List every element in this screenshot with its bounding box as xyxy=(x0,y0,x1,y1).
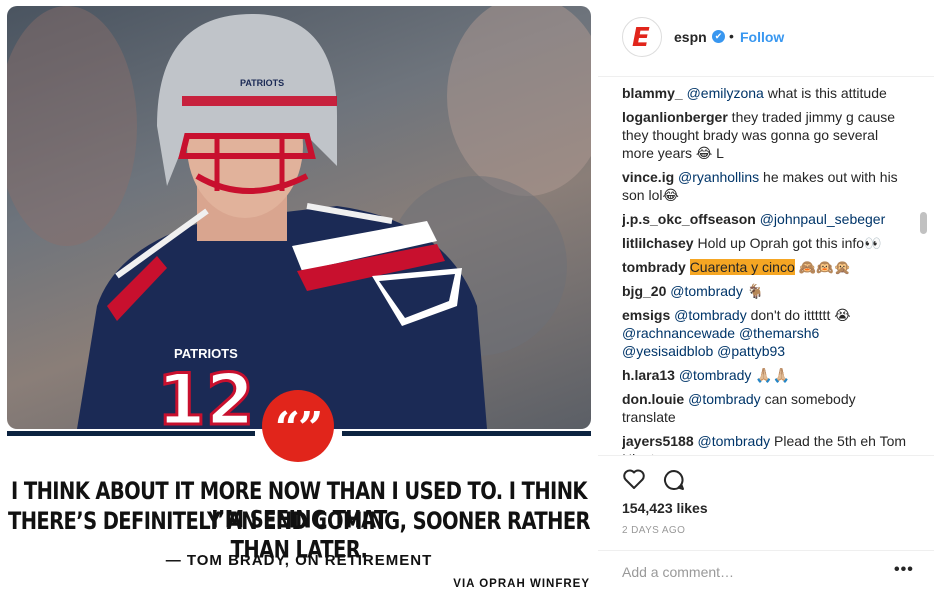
quote-attribution: — TOM BRADY, ON RETIREMENT xyxy=(165,552,433,569)
comment: don.louie @tombrady can somebody transla… xyxy=(622,390,910,426)
username-link[interactable]: espn xyxy=(674,29,707,45)
comment-mention[interactable]: @johnpaul_sebeger xyxy=(760,211,886,227)
comment-text: 🙈🙉🙊 xyxy=(794,259,851,275)
comment: vince.ig @ryanhollins he makes out with … xyxy=(622,168,910,204)
comment-text: Hold up Oprah got this info👀 xyxy=(693,235,882,251)
espn-logo-icon: E xyxy=(632,23,650,53)
comments-scrollbar[interactable] xyxy=(920,212,927,234)
post-actions: 154,423 likes 2 DAYS AGO xyxy=(598,455,934,560)
comment-mention[interactable]: @tombrady xyxy=(688,391,761,407)
follow-button[interactable]: Follow xyxy=(740,29,784,45)
comment-mention[interactable]: @tombrady xyxy=(698,433,771,449)
comment: bjg_20 @tombrady 🐐 xyxy=(622,282,910,300)
comment-input-bar: Add a comment… ••• xyxy=(598,550,934,599)
comment-username[interactable]: h.lara13 xyxy=(622,367,675,383)
comment: tombrady Cuarenta y cinco 🙈🙉🙊 xyxy=(622,258,910,276)
comment-mention[interactable]: @tombrady xyxy=(679,367,752,383)
add-comment-input[interactable]: Add a comment… xyxy=(622,564,734,580)
comment-username[interactable]: vince.ig xyxy=(622,169,674,185)
comment-username[interactable]: emsigs xyxy=(622,307,670,323)
tom-brady-photo: 12 PATRIOTS PATRIOTS xyxy=(7,6,591,429)
divider-right xyxy=(342,431,591,436)
comment: j.p.s_okc_offseason @johnpaul_sebeger xyxy=(622,210,910,228)
comment-username[interactable]: tombrady xyxy=(622,259,686,275)
jersey-text: PATRIOTS xyxy=(174,346,238,361)
avatar[interactable]: E xyxy=(622,17,662,57)
comment-username[interactable]: loganlionberger xyxy=(622,109,728,125)
comment: jayers5188 @tombrady Plead the 5th eh To… xyxy=(622,432,910,456)
helmet-logo-text: PATRIOTS xyxy=(240,78,285,88)
svg-text:12: 12 xyxy=(157,359,254,429)
post-image[interactable]: 12 PATRIOTS PATRIOTS “” I THINK ABOUT IT… xyxy=(0,0,598,598)
comment-text: what is this attitude xyxy=(763,85,887,101)
comment-text: don't do itttttt 😭 xyxy=(746,307,851,323)
comment-text: 🙏🏼🙏🏼 xyxy=(751,367,791,383)
comment-text: 🐐 xyxy=(742,283,765,299)
divider-left xyxy=(7,431,255,436)
quote-badge: “” xyxy=(262,390,334,462)
highlighted-text: Cuarenta y cinco xyxy=(689,259,795,275)
comment-username[interactable]: blammy_ xyxy=(622,85,683,101)
comment-username[interactable]: j.p.s_okc_offseason xyxy=(622,211,756,227)
post-sidebar: E espn ✔ • Follow blammy_ @emilyzona wha… xyxy=(598,0,934,598)
comment-username[interactable]: jayers5188 xyxy=(622,433,694,449)
via-credit: VIA OPRAH WINFREY xyxy=(453,578,590,590)
post-timestamp[interactable]: 2 DAYS AGO xyxy=(622,525,685,536)
comment: blammy_ @emilyzona what is this attitude xyxy=(622,84,910,102)
comment-mention[interactable]: @tombrady xyxy=(670,283,743,299)
post-header: E espn ✔ • Follow xyxy=(598,0,934,77)
comments-list[interactable]: blammy_ @emilyzona what is this attitude… xyxy=(622,78,910,456)
comment: h.lara13 @tombrady 🙏🏼🙏🏼 xyxy=(622,366,910,384)
separator-dot: • xyxy=(729,28,734,44)
comment-extra-mentions[interactable]: @rachnancewade @themarsh6 @yesisaidblob … xyxy=(622,325,819,359)
comment-mention[interactable]: @emilyzona xyxy=(687,85,764,101)
comment-username[interactable]: litlilchasey xyxy=(622,235,694,251)
heart-icon[interactable] xyxy=(622,468,646,490)
verified-badge-icon: ✔ xyxy=(712,30,725,43)
comment: litlilchasey Hold up Oprah got this info… xyxy=(622,234,910,252)
comment: emsigs @tombrady don't do itttttt 😭 @rac… xyxy=(622,306,910,360)
comment-username[interactable]: don.louie xyxy=(622,391,684,407)
comment-username[interactable]: bjg_20 xyxy=(622,283,666,299)
comment: loganlionberger they traded jimmy g caus… xyxy=(622,108,910,162)
comment-icon[interactable] xyxy=(662,468,686,492)
more-options-icon[interactable]: ••• xyxy=(894,561,914,579)
comment-mention[interactable]: @ryanhollins xyxy=(678,169,759,185)
likes-count[interactable]: 154,423 likes xyxy=(622,500,708,516)
comment-mention[interactable]: @tombrady xyxy=(674,307,747,323)
